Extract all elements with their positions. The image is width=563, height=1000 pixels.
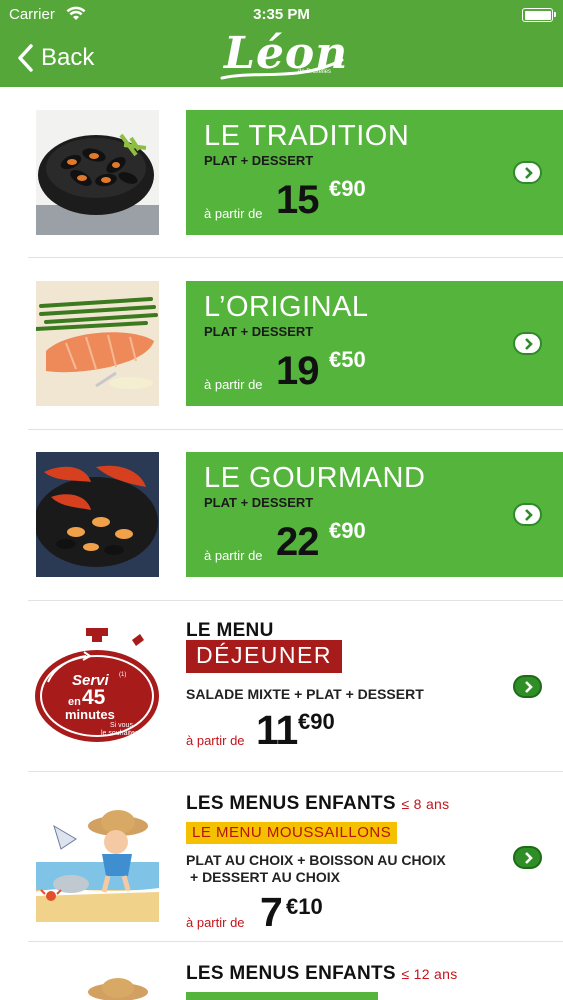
price-value: 22 [276, 520, 319, 564]
menu-row-enfants-8[interactable]: LES MENUS ENFANTS ≤ 8 ans LE MENU MOUSSA… [0, 782, 563, 942]
stopwatch-line5: Si vous [110, 722, 133, 729]
price-value: 15 [276, 178, 319, 222]
enfants-title: LES MENUS ENFANTS ≤ 8 ans [186, 793, 449, 815]
enfants-age: ≤ 8 ans [401, 796, 450, 812]
kids-illustration [36, 804, 159, 922]
menu-subtitle: PLAT + DESSERT [204, 153, 314, 168]
chevron-right-button[interactable] [513, 503, 542, 526]
row-divider [28, 257, 563, 258]
menu-description: SALADE MIXTE + PLAT + DESSERT [186, 686, 424, 702]
price-cents: €90 [329, 518, 366, 543]
enfants-title: LES MENUS ENFANTS ≤ 12 ans [186, 963, 458, 985]
chevron-right-button[interactable] [513, 675, 542, 698]
price-value: 19 [276, 349, 319, 393]
menu-description-line2: + DESSERT AU CHOIX [190, 869, 341, 885]
salmon-photo [36, 281, 159, 406]
price-prefix: à partir de [204, 548, 263, 563]
menu-card-original[interactable]: L’ORIGINAL PLAT + DESSERT à partir de 19… [186, 281, 563, 406]
menu-card-tradition[interactable]: LE TRADITION PLAT + DESSERT à partir de … [186, 110, 563, 235]
seafood-photo [36, 452, 159, 577]
chevron-right-button[interactable] [513, 846, 542, 869]
top-bar: Carrier 3:35 PM Back Léon de Bruxelles [0, 0, 563, 87]
menu-title: L’ORIGINAL [204, 291, 369, 323]
brand-logo: Léon de Bruxelles [218, 28, 348, 86]
chevron-right-icon [524, 508, 533, 521]
price-value: 11 [256, 707, 298, 753]
row-divider [28, 771, 563, 772]
navigation-bar: Back Léon de Bruxelles [0, 28, 563, 87]
stopwatch-line6: le souhaitez [101, 730, 139, 737]
menu-row-dejeuner[interactable]: Servi (1) en 45 minutes Si vous le souha… [0, 612, 563, 772]
row-divider [28, 600, 563, 601]
chevron-right-button[interactable] [513, 161, 542, 184]
clock-time: 3:35 PM [253, 6, 310, 23]
enfants-age: ≤ 12 ans [401, 966, 458, 982]
kids-illustration [80, 974, 150, 1000]
menu-row-tradition[interactable]: LE TRADITION PLAT + DESSERT à partir de … [0, 110, 563, 260]
chevron-left-icon [18, 44, 33, 72]
chevron-right-button[interactable] [513, 332, 542, 355]
menu-card-gourmand[interactable]: LE GOURMAND PLAT + DESSERT à partir de 2… [186, 452, 563, 577]
menu-title: LE GOURMAND [204, 462, 426, 494]
menu-row-gourmand[interactable]: LE GOURMAND PLAT + DESSERT à partir de 2… [0, 452, 563, 602]
menu-label: LE MENU [186, 620, 274, 641]
menu-subtitle: PLAT + DESSERT [204, 324, 314, 339]
menu-row-enfants-12[interactable]: LES MENUS ENFANTS ≤ 12 ans [0, 952, 563, 1000]
price-cents: €50 [329, 347, 366, 372]
menu-row-original[interactable]: L’ORIGINAL PLAT + DESSERT à partir de 19… [0, 281, 563, 431]
dejeuner-badge: DÉJEUNER [186, 640, 342, 673]
row-divider [28, 429, 563, 430]
mussels-photo [36, 110, 159, 235]
price-cents: €90 [329, 176, 366, 201]
stopwatch-icon: Servi (1) en 45 minutes Si vous le souha… [34, 628, 161, 743]
logo-subtext: de Bruxelles [298, 69, 332, 75]
status-bar: Carrier 3:35 PM [0, 0, 563, 30]
enfants-title-text: LES MENUS ENFANTS [186, 793, 396, 814]
price-cents: €90 [298, 709, 335, 734]
moussaillons-badge: LE MENU MOUSSAILLONS [186, 822, 398, 844]
menu-subtitle: PLAT + DESSERT [204, 495, 314, 510]
menu-title: LE TRADITION [204, 120, 410, 152]
chevron-right-icon [524, 680, 533, 693]
price-prefix: à partir de [204, 377, 263, 392]
price-value: 7 [260, 889, 283, 935]
chevron-right-icon [524, 337, 533, 350]
back-label: Back [41, 44, 95, 71]
battery-icon [522, 8, 556, 22]
price-prefix: à partir de [186, 733, 245, 748]
back-button[interactable]: Back [15, 42, 94, 74]
price-prefix: à partir de [204, 206, 263, 221]
chevron-right-icon [524, 166, 533, 179]
enfants-title-text: LES MENUS ENFANTS [186, 963, 396, 984]
price-cents: €10 [286, 894, 323, 919]
menu-description-line1: PLAT AU CHOIX + BOISSON AU CHOIX [186, 852, 446, 868]
chevron-right-icon [524, 851, 533, 864]
menu-badge [186, 992, 378, 1000]
stopwatch-sup: (1) [119, 672, 127, 678]
price-prefix: à partir de [186, 915, 245, 930]
stopwatch-line4: minutes [65, 707, 115, 722]
row-divider [28, 941, 563, 942]
